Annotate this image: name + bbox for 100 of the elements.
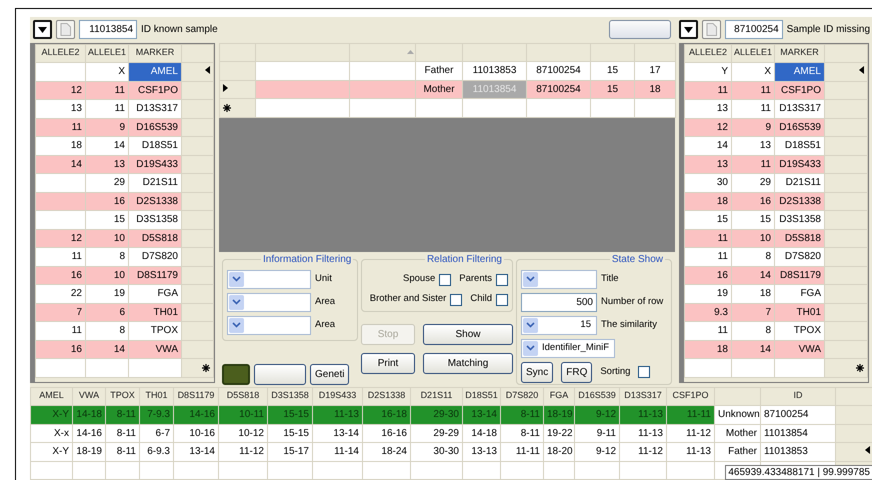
table-cell: 6-7 [140,424,174,442]
sample-id-field[interactable]: 11013854 [79,20,137,40]
table-cell[interactable]: D18S51 [774,136,824,155]
checkbox[interactable] [450,294,462,306]
checkbox[interactable] [496,294,508,306]
table-cell[interactable]: D16S539 [128,118,182,136]
table-cell[interactable]: VWA [128,340,182,358]
chevron-icon [526,276,535,282]
table-cell[interactable]: TH01 [128,303,182,322]
column-header[interactable]: D16S539 [574,387,620,406]
column-header[interactable]: D19S433 [312,387,362,406]
table-cell: 11-11 [666,406,714,424]
dropdown-button[interactable] [678,20,698,40]
column-header[interactable]: D8S1179 [174,387,218,406]
table-cell[interactable]: D5S818 [774,229,824,248]
table-cell[interactable]: D7S820 [128,248,182,266]
table-cell: 11 [86,100,128,118]
column-header[interactable]: D3S1358 [268,387,312,406]
table-cell[interactable]: D19S433 [774,155,824,174]
table-cell: 13-13 [462,442,500,461]
table-cell: 10 [86,229,128,248]
table-cell: 8 [86,322,128,340]
column-header[interactable]: D18S51 [462,387,500,406]
column-header[interactable]: ALLELE2 [36,44,86,62]
table-cell[interactable]: D5S818 [128,229,182,248]
table-cell: 18 [36,136,86,155]
table-cell: 16 [684,266,732,284]
chevron-icon [232,276,241,282]
table-cell[interactable]: D2S1338 [128,192,182,210]
table-cell: 10-11 [218,406,268,424]
table-cell[interactable]: FGA [774,284,824,303]
table-cell[interactable]: CSF1PO [774,81,824,100]
table-cell[interactable]: D13S317 [128,100,182,118]
document-icon [60,23,71,36]
column-header[interactable]: D13S317 [620,387,666,406]
action-button[interactable]: FRQ [561,362,592,382]
geneti-button[interactable]: Geneti [310,364,350,384]
table-cell[interactable]: D2S1338 [774,192,824,210]
table-cell: X-Y [30,406,72,424]
table-cell[interactable]: AMEL [128,62,182,81]
sample-id-field[interactable]: 87100254 [724,20,783,40]
table-cell[interactable]: D18S51 [128,136,182,155]
action-button[interactable]: Sync [521,362,554,382]
table-cell: 19 [684,284,732,303]
column-header[interactable]: VWA [72,387,106,406]
table-cell[interactable]: D16S539 [774,118,824,136]
table-cell: 9 [732,118,774,136]
column-header[interactable]: ALLELE2 [684,44,732,62]
table-cell[interactable]: TPOX [128,322,182,340]
checkbox[interactable] [638,366,650,378]
column-header[interactable]: MARKER [128,44,182,62]
table-cell[interactable]: FGA [128,284,182,303]
table-cell[interactable]: D3S1358 [128,210,182,229]
column-header[interactable]: AMEL [30,387,72,406]
table-cell[interactable]: VWA [774,340,824,358]
table-cell[interactable]: D13S317 [774,100,824,118]
column-header[interactable]: D7S820 [500,387,544,406]
table-cell: 18 [684,192,732,210]
color-button[interactable] [222,364,250,384]
combo-box[interactable]: Identifiler_MiniF [521,338,616,358]
checkbox-label: Parents [459,274,492,285]
number-field[interactable]: 500 [521,292,597,312]
table-cell[interactable]: D19S433 [128,155,182,174]
column-header[interactable]: TH01 [140,387,174,406]
action-button[interactable]: Print [361,352,415,374]
combo-box[interactable]: 15 [521,316,597,334]
column-header[interactable]: D2S1338 [362,387,410,406]
table-cell: 14-18 [72,406,106,424]
table-cell[interactable]: D8S1179 [128,266,182,284]
action-button[interactable]: Show [423,324,513,344]
column-header[interactable]: CSF1PO [666,387,714,406]
dropdown-button[interactable] [33,20,52,40]
column-header[interactable]: ALLELE1 [86,44,128,62]
checkbox-label: Spouse [403,274,436,285]
group-title: State Show [610,254,665,264]
table-cell[interactable]: D8S1179 [774,266,824,284]
checkbox[interactable] [496,274,508,286]
table-cell[interactable]: TPOX [774,322,824,340]
table-cell[interactable]: CSF1PO [128,81,182,100]
checkbox[interactable] [439,274,452,286]
table-cell: 15 [590,80,634,98]
table-cell[interactable]: D21S11 [774,174,824,192]
table-cell: 10-16 [174,424,218,442]
column-header[interactable]: MARKER [774,44,824,62]
empty-button[interactable] [254,364,306,384]
table-cell[interactable]: TH01 [774,303,824,322]
document-icon [706,23,717,36]
table-cell[interactable]: AMEL [774,62,824,81]
table-cell[interactable]: D7S820 [774,248,824,266]
column-header[interactable]: D5S818 [218,387,268,406]
table-cell[interactable]: D21S11 [128,174,182,192]
column-header[interactable]: TPOX [106,387,140,406]
column-header[interactable]: ID [760,387,836,406]
column-header[interactable]: ALLELE1 [732,44,774,62]
table-cell: 11 [86,81,128,100]
table-cell: 11-13 [312,406,362,424]
table-cell[interactable]: D3S1358 [774,210,824,229]
action-button[interactable]: Matching [423,352,513,374]
column-header[interactable]: FGA [544,387,574,406]
column-header[interactable]: D21S11 [410,387,462,406]
